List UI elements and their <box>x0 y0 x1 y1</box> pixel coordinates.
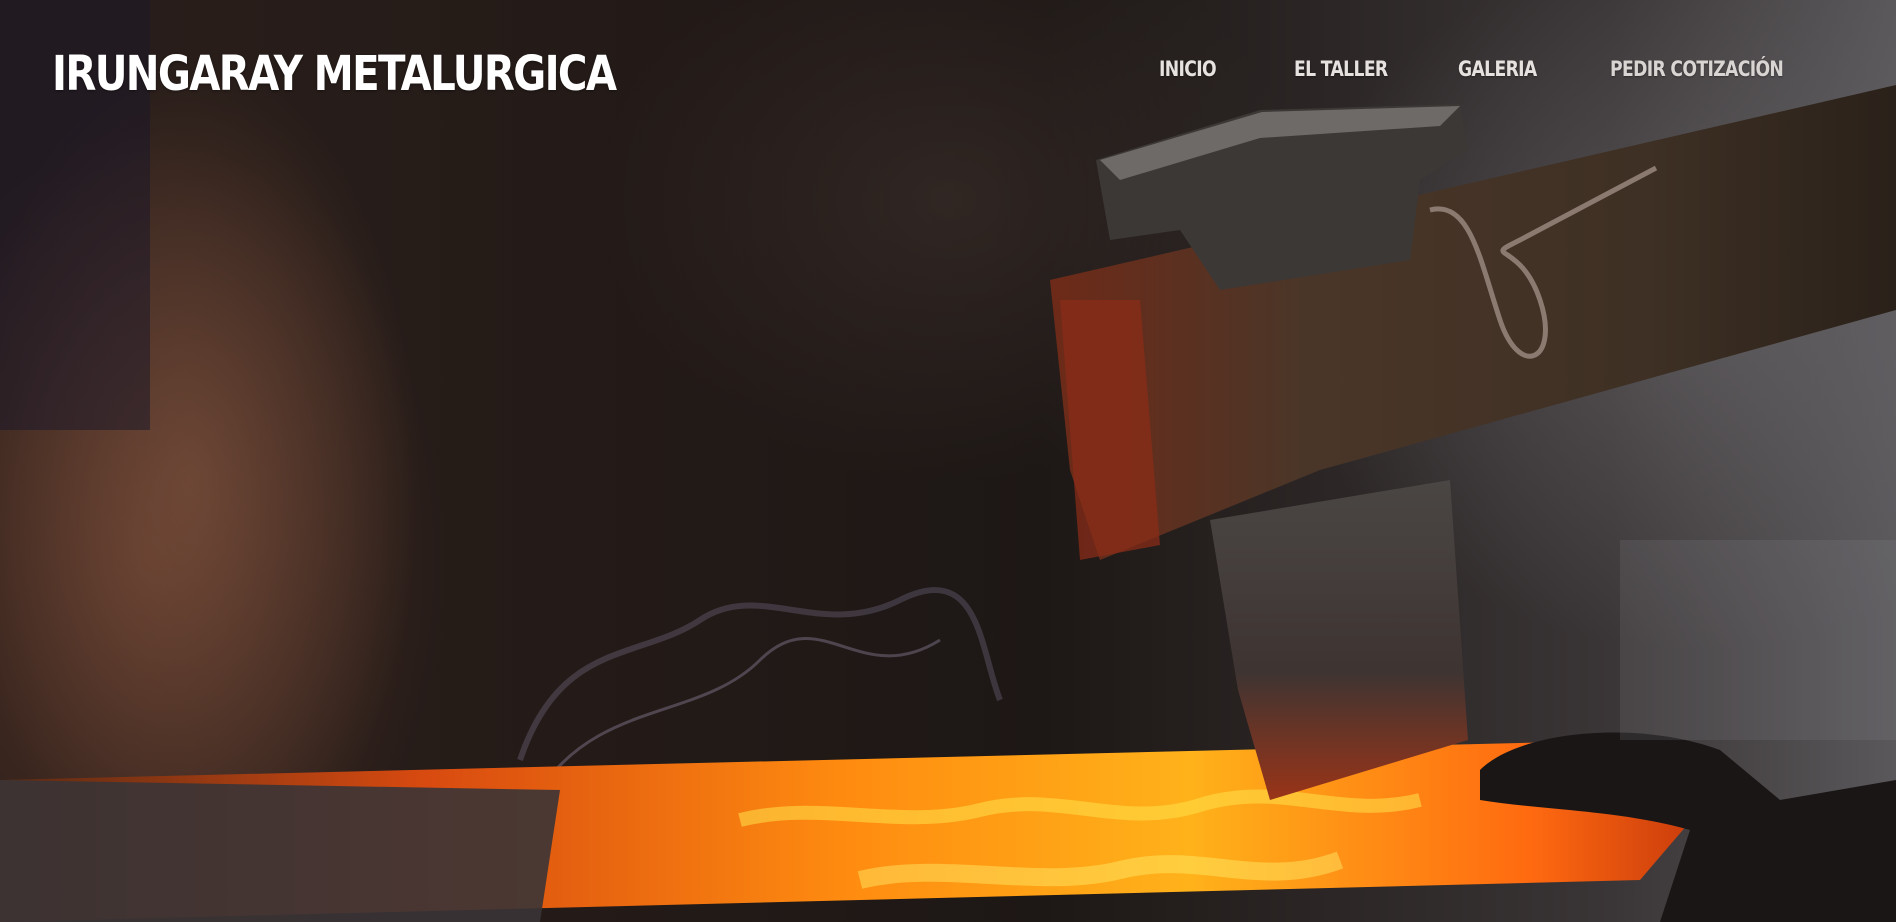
site-header: IRUNGARAY METALURGICA INICIO EL TALLER G… <box>0 0 1896 140</box>
hero-banner: IRUNGARAY METALURGICA INICIO EL TALLER G… <box>0 0 1896 922</box>
nav-link-galeria[interactable]: GALERIA <box>1458 54 1537 84</box>
main-nav: INICIO EL TALLER GALERIA PEDIR COTIZACIÓ… <box>0 54 1896 84</box>
nav-link-inicio[interactable]: INICIO <box>1159 54 1217 84</box>
nav-link-el-taller[interactable]: EL TALLER <box>1294 54 1388 84</box>
nav-link-pedir-cotizacion[interactable]: PEDIR COTIZACIÓN <box>1610 54 1784 84</box>
